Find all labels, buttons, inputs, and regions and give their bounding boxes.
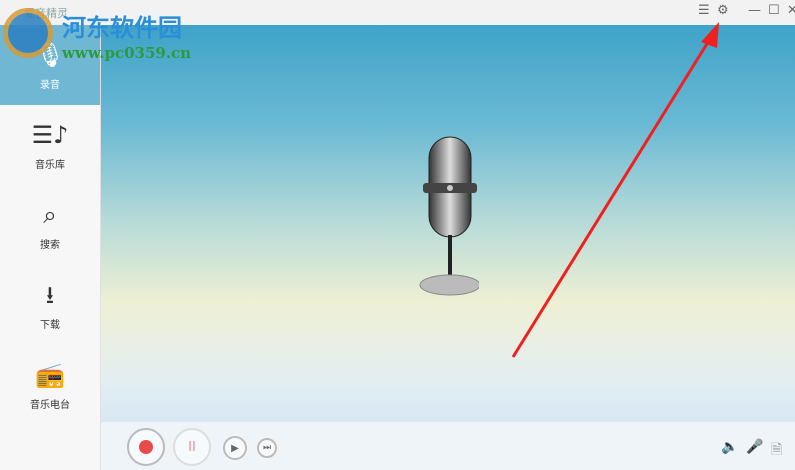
radio-icon: 📻 [35,360,65,389]
record-stage [101,22,795,422]
sidebar: 🎙 录音 ☰♪ 音乐库 ⌕ 搜索 ⭳ 下载 📻 音乐电台 [0,25,101,470]
export-file-icon[interactable]: 🗎 [771,439,782,463]
mic-settings-icon[interactable]: 🎤 [746,439,763,455]
sidebar-item-label: 音乐库 [35,159,65,171]
sidebar-item-search[interactable]: ⌕ 搜索 [0,185,100,265]
download-icon: ⭳ [45,280,55,309]
sidebar-item-label: 下载 [40,319,60,331]
playback-controls: II ▶ ⏭ 🔈 🎤 🗎 [101,422,795,470]
volume-icon[interactable]: 🔈 [721,439,738,455]
search-icon: ⌕ [43,200,57,229]
watermark-name: 河东软件园 [62,13,182,42]
record-button[interactable] [127,428,165,466]
next-button[interactable]: ⏭ [257,438,277,458]
sidebar-item-label: 音乐电台 [30,399,70,411]
play-button[interactable]: ▶ [223,436,247,460]
sidebar-item-label: 搜索 [40,239,60,251]
settings-gear-icon[interactable]: ⚙ [717,3,729,18]
maximize-button[interactable]: ☐ [768,3,780,18]
sidebar-item-music-library[interactable]: ☰♪ 音乐库 [0,105,100,185]
list-icon[interactable]: ☰ [698,3,710,18]
sidebar-item-download[interactable]: ⭳ 下载 [0,265,100,345]
close-button[interactable]: ✕ [787,3,795,18]
music-list-icon: ☰♪ [31,120,69,149]
sidebar-item-label: 录音 [40,79,60,91]
watermark-url: www.pc0359.cn [62,44,192,62]
pause-button[interactable]: II [173,428,211,466]
watermark-logo [3,8,53,58]
microphone-illustration [419,136,479,296]
record-icon [139,440,153,454]
sidebar-item-radio[interactable]: 📻 音乐电台 [0,345,100,425]
annotation-arrow [511,22,719,358]
minimize-button[interactable]: — [748,3,761,18]
